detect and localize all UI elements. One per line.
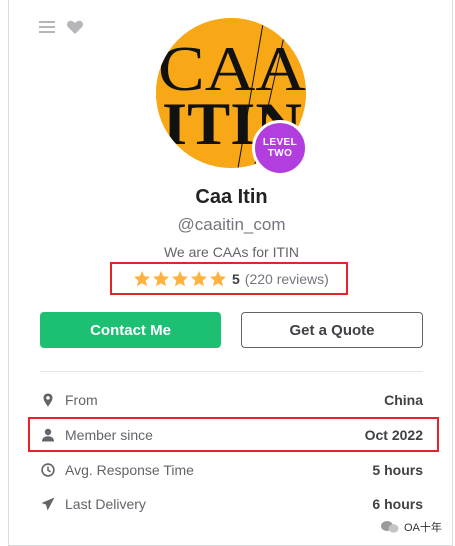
- card-toolbar: [38, 18, 84, 36]
- level-badge: LEVEL TWO: [252, 120, 308, 176]
- highlight-box-member-since: [28, 417, 439, 452]
- seller-name[interactable]: Caa Itin: [0, 186, 455, 209]
- watermark-text: OA十年: [404, 522, 442, 534]
- stat-label-last-delivery: Last Delivery: [65, 496, 146, 512]
- stat-row-response-time: Avg. Response Time 5 hours: [40, 460, 423, 480]
- send-icon: [41, 497, 55, 511]
- level-badge-line1: LEVEL: [262, 137, 298, 148]
- stat-label-response-time: Avg. Response Time: [65, 462, 194, 478]
- get-a-quote-button[interactable]: Get a Quote: [241, 312, 423, 348]
- wechat-icon: [381, 521, 399, 533]
- stat-row-from: From China: [40, 390, 423, 410]
- divider: [40, 371, 423, 372]
- heart-icon[interactable]: [66, 18, 84, 36]
- highlight-box-rating: [110, 262, 348, 295]
- clock-icon: [41, 463, 55, 477]
- level-badge-line2: TWO: [267, 148, 293, 159]
- stat-row-last-delivery: Last Delivery 6 hours: [40, 494, 423, 514]
- avatar[interactable]: CAA ITIN LEVEL TWO: [156, 18, 308, 176]
- seller-tagline: We are CAAs for ITIN: [163, 244, 300, 260]
- stat-value-response-time: 5 hours: [372, 462, 423, 478]
- stat-value-last-delivery: 6 hours: [372, 496, 423, 512]
- watermark: OA十年: [380, 519, 442, 535]
- location-pin-icon: [43, 393, 53, 407]
- seller-username: @caaitin_com: [177, 215, 286, 234]
- stat-value-from: China: [384, 392, 423, 408]
- menu-icon[interactable]: [38, 18, 56, 36]
- stat-label-from: From: [65, 392, 98, 408]
- contact-me-button[interactable]: Contact Me: [40, 312, 221, 348]
